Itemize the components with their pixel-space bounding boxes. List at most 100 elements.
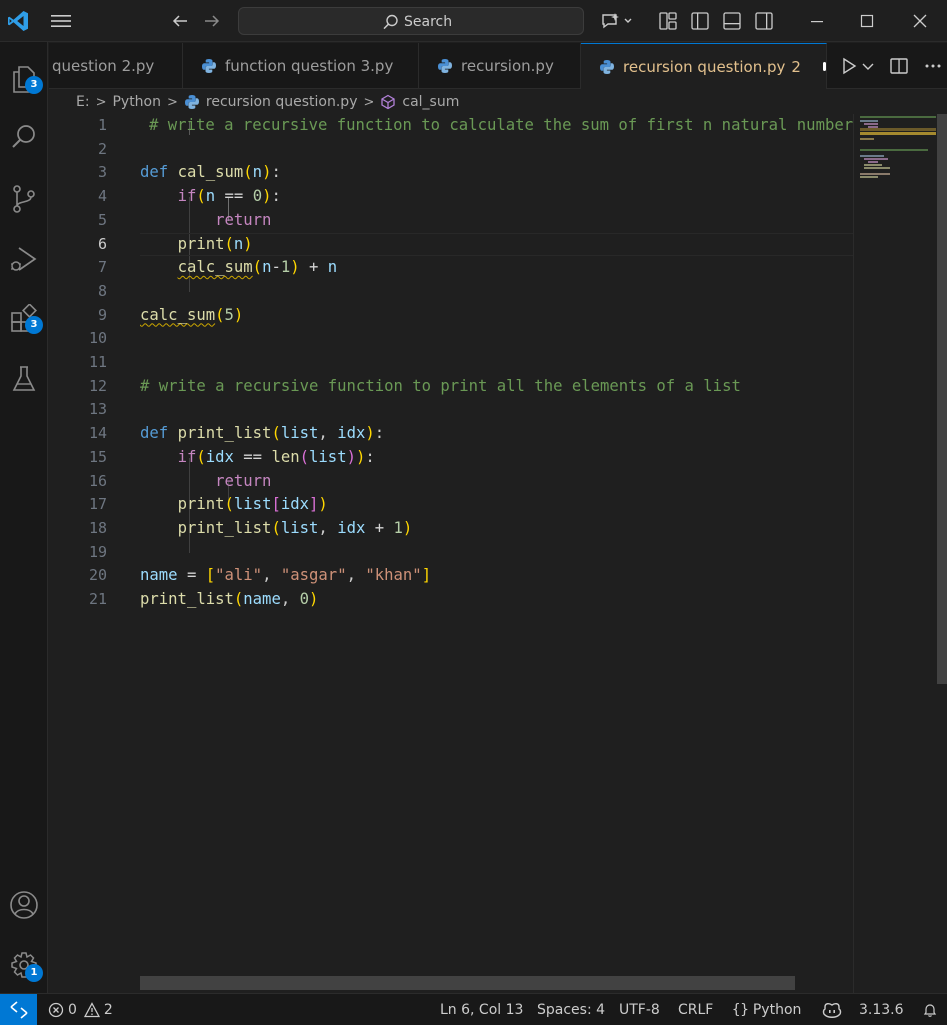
- status-bar: 0 2 Ln 6, Col 13 Spaces: 4 UTF-8 CRLF {}…: [0, 993, 947, 1025]
- breadcrumb-drive[interactable]: E:: [76, 94, 90, 110]
- line-number: 15: [88, 447, 107, 466]
- line-number: 20: [88, 566, 107, 585]
- code-operator: +: [365, 518, 394, 537]
- code-function-warning[interactable]: calc_sum: [140, 306, 215, 324]
- chevron-right-icon: >: [95, 94, 107, 110]
- code-keyword: def: [140, 163, 169, 182]
- horizontal-scrollbar[interactable]: [140, 976, 795, 990]
- run-debug-icon: [11, 247, 37, 271]
- unsaved-dot-icon[interactable]: [822, 62, 826, 71]
- code-operator: -: [271, 258, 281, 277]
- encoding-setting[interactable]: UTF-8: [619, 994, 660, 1025]
- line-number: 7: [97, 258, 107, 277]
- code-comment: # write a recursive function to calculat…: [149, 116, 863, 134]
- code-line: 20 name = ["ali", "asgar", "khan"]: [49, 564, 853, 588]
- code-operator: ==: [215, 187, 253, 206]
- line-number: 11: [88, 353, 107, 371]
- python-file-icon: [202, 59, 216, 73]
- indentation-setting[interactable]: Spaces: 4: [537, 994, 605, 1025]
- code-number: 5: [224, 305, 234, 324]
- code-line: 13: [49, 398, 853, 422]
- code-line: 9 calc_sum(5): [49, 304, 853, 328]
- line-number: 10: [88, 329, 107, 348]
- copilot-chat-icon[interactable]: [600, 11, 634, 31]
- code-line-current: 6 print(n): [49, 232, 853, 257]
- tab-question-2[interactable]: question 2.py: [49, 43, 183, 89]
- customize-layout-icon[interactable]: [658, 11, 678, 31]
- code-function: print: [177, 495, 225, 514]
- line-number: 12: [88, 376, 107, 395]
- breadcrumb-symbol[interactable]: cal_sum: [402, 94, 459, 110]
- split-editor-icon[interactable]: [889, 56, 909, 76]
- line-number: 9: [97, 305, 107, 324]
- code-param: list: [280, 424, 319, 443]
- method-symbol-icon: [381, 94, 396, 110]
- bell-icon: [923, 1003, 937, 1017]
- tab-problems-count: 2: [791, 57, 801, 76]
- minimap-line: [864, 158, 888, 160]
- python-interpreter[interactable]: 3.13.6: [859, 994, 904, 1025]
- line-ending-setting[interactable]: CRLF: [678, 994, 713, 1025]
- code-var: n: [205, 187, 216, 206]
- chevron-down-icon[interactable]: [861, 56, 875, 76]
- command-center-search[interactable]: Search: [238, 7, 584, 35]
- line-number: 8: [97, 281, 107, 300]
- remote-indicator[interactable]: [0, 994, 37, 1025]
- source-control-icon: [13, 185, 35, 213]
- more-actions-icon[interactable]: [923, 56, 943, 76]
- minimap-warning: [860, 132, 936, 135]
- error-icon: [48, 1002, 64, 1017]
- search-view-button[interactable]: [0, 110, 48, 158]
- toggle-panel-icon[interactable]: [722, 11, 742, 31]
- problems-indicator[interactable]: 0 2: [48, 994, 113, 1025]
- accounts-button[interactable]: [0, 878, 48, 926]
- back-arrow-icon[interactable]: [170, 11, 190, 31]
- line-number: 17: [88, 495, 107, 514]
- code-function: cal_sum: [177, 163, 244, 182]
- tab-recursion-question[interactable]: recursion question.py 2: [581, 43, 827, 89]
- tab-function-question-3[interactable]: function question 3.py: [183, 43, 419, 89]
- minimap[interactable]: [853, 114, 937, 994]
- language-mode[interactable]: {} Python: [732, 994, 801, 1025]
- breadcrumb-file[interactable]: recursion question.py: [206, 94, 358, 110]
- source-control-button[interactable]: [0, 172, 48, 220]
- code-var: name: [140, 566, 178, 585]
- forward-arrow-icon[interactable]: [202, 11, 222, 31]
- run-and-debug-button[interactable]: [0, 232, 48, 280]
- tab-recursion[interactable]: recursion.py: [419, 43, 581, 89]
- code-line: 4 if(n == 0):: [49, 185, 853, 209]
- code-var: list: [233, 495, 272, 514]
- copilot-status[interactable]: [821, 994, 843, 1025]
- warning-icon: [83, 1001, 100, 1017]
- scrollbar-thumb[interactable]: [937, 114, 947, 684]
- breadcrumb-folder[interactable]: Python: [112, 94, 161, 110]
- cursor-position[interactable]: Ln 6, Col 13: [440, 994, 523, 1025]
- python-file-icon: [184, 95, 199, 109]
- code-editor[interactable]: 1 # write a recursive function to calcul…: [49, 114, 863, 994]
- code-line: 16 return: [49, 470, 853, 494]
- editor-actions: [839, 43, 947, 89]
- explorer-button[interactable]: 3: [0, 52, 48, 100]
- close-icon[interactable]: [908, 9, 932, 33]
- code-line: 7 calc_sum(n-1) + n: [49, 256, 853, 280]
- minimize-icon[interactable]: [805, 9, 829, 33]
- toggle-secondary-sidebar-icon[interactable]: [754, 11, 774, 31]
- toggle-primary-sidebar-icon[interactable]: [690, 11, 710, 31]
- run-file-icon[interactable]: [839, 56, 859, 76]
- search-icon: [383, 14, 398, 30]
- line-number: 3: [97, 163, 107, 182]
- code-function-warning[interactable]: calc_sum: [178, 258, 253, 276]
- manage-button[interactable]: 1: [0, 938, 48, 986]
- notifications-button[interactable]: [922, 994, 938, 1025]
- code-string: "khan": [365, 566, 422, 585]
- extensions-button[interactable]: 3: [0, 292, 48, 340]
- vscode-logo-icon: [8, 11, 28, 31]
- testing-button[interactable]: [0, 352, 48, 400]
- code-line: 17 print(list[idx]): [49, 493, 853, 517]
- menu-icon[interactable]: [50, 11, 72, 31]
- chevron-right-icon: >: [167, 94, 178, 110]
- code-var: idx: [337, 518, 366, 537]
- title-bar: Search: [0, 0, 947, 42]
- maximize-icon[interactable]: [855, 9, 879, 33]
- vertical-scrollbar[interactable]: [937, 114, 947, 994]
